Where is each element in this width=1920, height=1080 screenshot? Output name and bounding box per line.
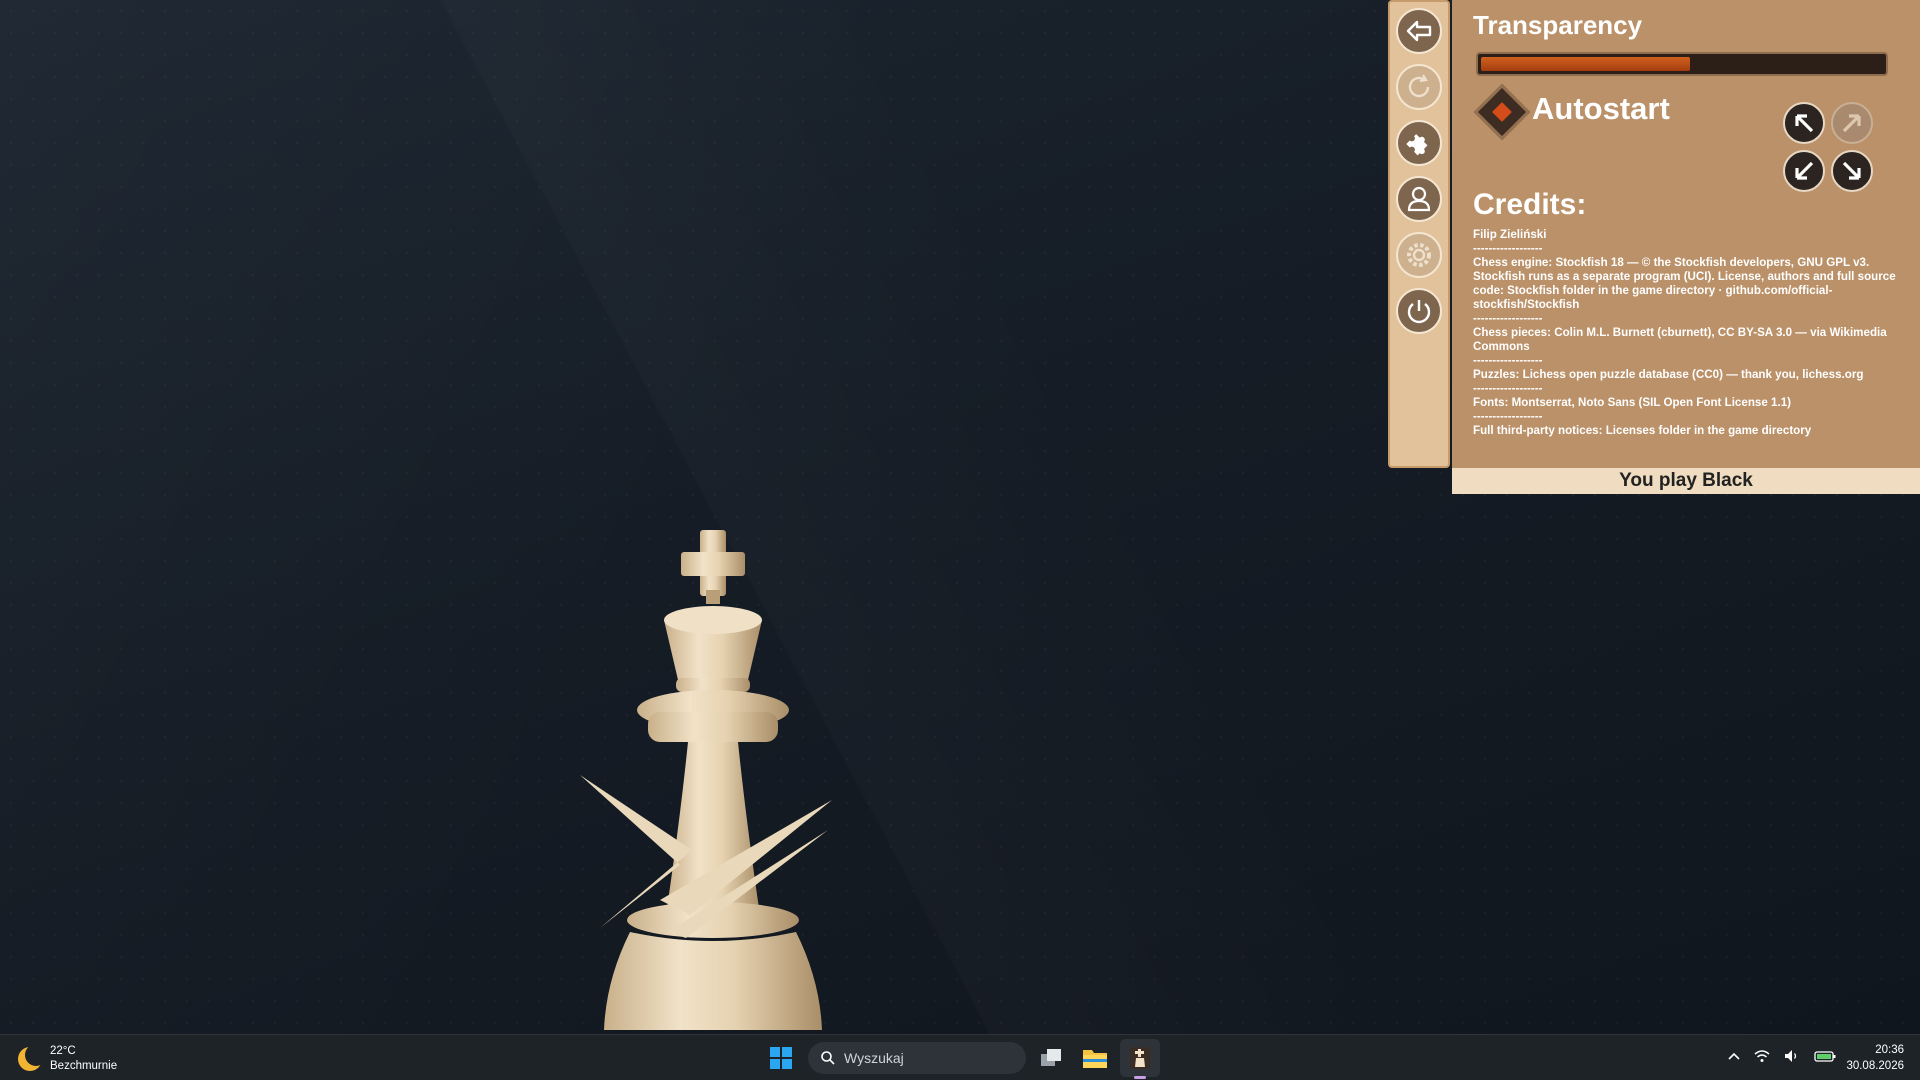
credits-line: Stockfish runs as a separate program (UC…	[1473, 270, 1896, 311]
arrow-up-left-icon	[1795, 114, 1814, 133]
credits-line: Puzzles: Lichess open puzzle database (C…	[1473, 368, 1864, 381]
transparency-slider-fill	[1481, 57, 1691, 71]
credits-line: ------------------	[1473, 242, 1543, 255]
credits-line: Filip Zieliński	[1473, 228, 1547, 241]
start-button[interactable]	[770, 1047, 792, 1069]
credits-line: Full third-party notices: Licenses folde…	[1473, 424, 1812, 437]
credits-line: ------------------	[1473, 354, 1543, 367]
position-bottom-left-button[interactable]	[1783, 150, 1825, 192]
autostart-checkbox[interactable]	[1473, 83, 1531, 141]
chevron-up-icon[interactable]	[1728, 1051, 1740, 1061]
system-clock[interactable]: 20:36 30.08.2026	[1838, 1042, 1904, 1074]
windows-logo-tile	[770, 1059, 780, 1069]
taskbar-search[interactable]: Wyszukaj	[808, 1042, 1026, 1074]
settings-panel: Transparency Autostart Credits: Filip Zi…	[1452, 0, 1920, 468]
credits-line: ------------------	[1473, 382, 1543, 395]
puzzles-button[interactable]	[1396, 120, 1442, 166]
credits-line: ------------------	[1473, 410, 1543, 423]
search-icon	[821, 1051, 835, 1065]
weather-widget[interactable]: 22°C Bezchmurnie	[18, 1044, 117, 1074]
file-explorer-button[interactable]	[1080, 1043, 1110, 1073]
windows-logo-tile	[782, 1047, 792, 1057]
chess-app-taskbar-button[interactable]	[1125, 1043, 1155, 1073]
transparency-label: Transparency	[1473, 10, 1643, 40]
system-tray	[1728, 1049, 1836, 1063]
windows-logo-tile	[782, 1059, 792, 1069]
active-app-indicator	[1134, 1076, 1146, 1079]
autostart-label: Autostart	[1532, 91, 1670, 126]
task-view-button[interactable]	[1036, 1043, 1066, 1073]
weather-temperature: 22°C	[50, 1045, 76, 1057]
task-view-icon	[1041, 1049, 1061, 1066]
transparency-slider[interactable]	[1476, 52, 1888, 76]
clock-time: 20:36	[1875, 1044, 1904, 1056]
puzzle-icon	[1406, 134, 1428, 156]
credits-list: Filip Zieliński ------------------ Chess e…	[1473, 228, 1909, 438]
battery-icon[interactable]	[1814, 1049, 1836, 1063]
gear-icon	[1407, 243, 1431, 267]
position-bottom-right-button[interactable]	[1831, 150, 1873, 192]
window-position-selector	[1783, 102, 1877, 196]
position-top-left-button[interactable]	[1783, 102, 1825, 144]
credits-line: Chess engine: Stockfish 18 — © the Stock…	[1473, 256, 1870, 269]
restart-button[interactable]	[1396, 64, 1442, 110]
sidebar	[1388, 0, 1450, 468]
weather-description: Bezchmurnie	[50, 1060, 118, 1072]
clock-date: 30.08.2026	[1846, 1060, 1904, 1072]
credits-line: Fonts: Montserrat, Noto Sans (SIL Open F…	[1473, 396, 1792, 409]
checkbox-checked-icon	[1492, 102, 1512, 122]
taskbar: 22°C Bezchmurnie Wyszukaj 20:36 30.08.20…	[0, 1034, 1920, 1080]
arrow-down-right-icon	[1842, 161, 1861, 180]
arrow-left-icon	[1406, 20, 1432, 42]
autostart-toggle[interactable]: Autostart	[1473, 83, 1670, 141]
position-top-right-button[interactable]	[1831, 102, 1873, 144]
arrow-up-right-icon	[1842, 114, 1861, 133]
refresh-icon	[1408, 74, 1430, 98]
credits-title: Credits:	[1473, 188, 1587, 221]
volume-icon[interactable]	[1784, 1049, 1800, 1063]
power-button[interactable]	[1396, 288, 1442, 334]
credits-line: ------------------	[1473, 312, 1543, 325]
user-icon	[1407, 186, 1431, 212]
back-button[interactable]	[1396, 8, 1442, 54]
windows-logo-tile	[770, 1047, 780, 1057]
credits-line: Chess pieces: Colin M.L. Burnett (cburne…	[1473, 326, 1887, 353]
moon-icon	[18, 1044, 47, 1071]
king-piece-illustration	[580, 530, 832, 1030]
wifi-icon[interactable]	[1754, 1049, 1770, 1063]
arrow-down-left-icon	[1795, 161, 1814, 180]
player-side-status: You play Black	[1452, 468, 1920, 494]
settings-button[interactable]	[1396, 232, 1442, 278]
chess-app-icon	[1130, 1047, 1150, 1069]
search-placeholder: Wyszukaj	[844, 1050, 904, 1066]
profile-button[interactable]	[1396, 176, 1442, 222]
folder-icon	[1083, 1050, 1107, 1068]
power-icon	[1407, 300, 1431, 324]
